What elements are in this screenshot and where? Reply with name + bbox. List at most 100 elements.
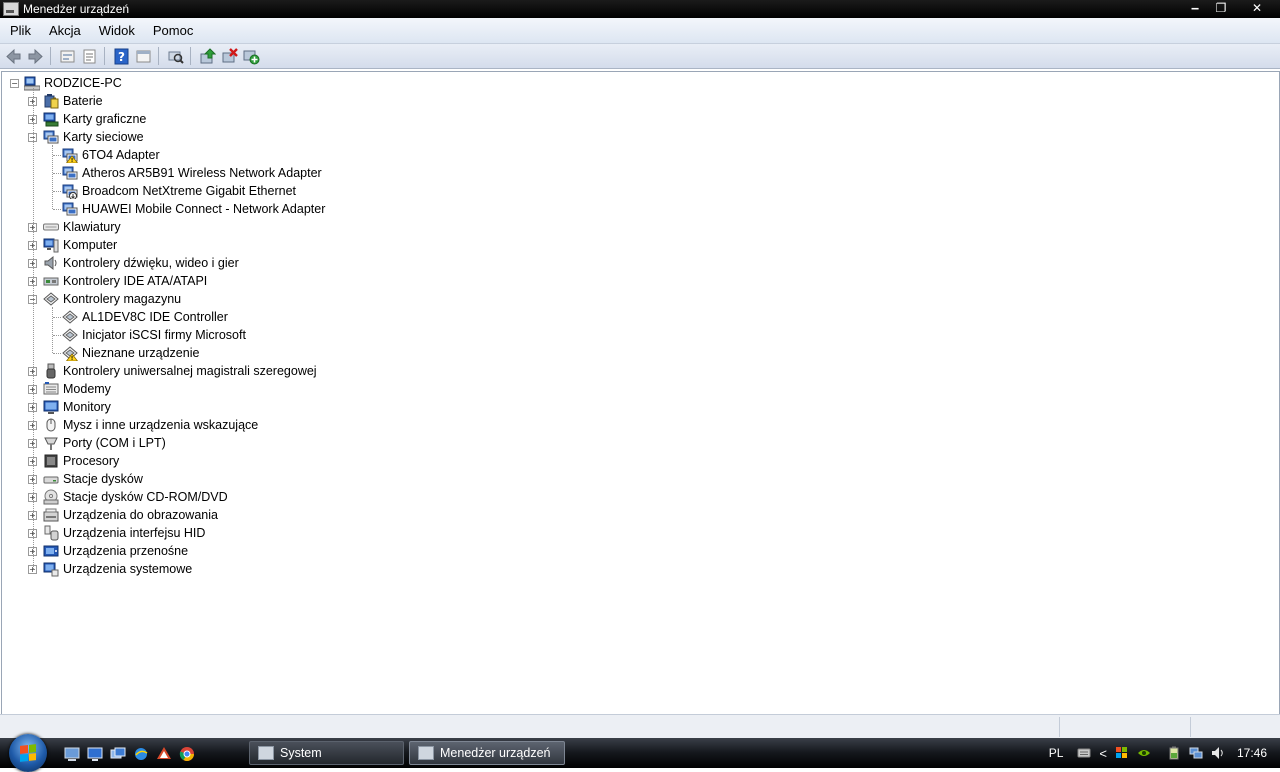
menu-akcja[interactable]: Akcja [40, 23, 90, 38]
tree-item-label: Inicjator iSCSI firmy Microsoft [82, 328, 246, 342]
svg-text:?: ? [118, 50, 125, 64]
toolbar: ? [0, 44, 1280, 69]
keyboard-icon[interactable] [1077, 746, 1091, 760]
show-desktop-icon[interactable] [64, 746, 80, 762]
help-button[interactable]: ? [113, 48, 130, 65]
tree-category-mysz-i-inne-urzadzenia-wskazujace[interactable]: + Mysz i inne urządzenia wskazujące [2, 416, 1272, 434]
taskbar-button-label: System [280, 746, 322, 760]
tree-device-6to4-adapter[interactable]: 6TO4 Adapter [2, 146, 1272, 164]
computer-root-icon [23, 75, 41, 91]
switch-windows-icon[interactable] [110, 746, 126, 762]
tree-device-al1dev8c-ide-controller[interactable]: AL1DEV8C IDE Controller [2, 308, 1272, 326]
tree-category-kontrolery-magazynu[interactable]: − Kontrolery magazynu [2, 290, 1272, 308]
tree-category-klawiatury[interactable]: + Klawiatury [2, 218, 1272, 236]
ide-controller-icon [43, 273, 59, 289]
mouse-icon [43, 417, 59, 433]
tree-category-procesory[interactable]: + Procesory [2, 452, 1272, 470]
tree-item-label: Monitory [63, 400, 111, 414]
modem-icon [43, 381, 59, 397]
volume-icon[interactable] [1211, 746, 1225, 760]
tree-category-porty-com-i-lpt[interactable]: + Porty (COM i LPT) [2, 434, 1272, 452]
scan-hardware-icon [168, 51, 184, 64]
tree-item-label: Karty sieciowe [63, 130, 144, 144]
windows-update-icon[interactable] [1115, 746, 1129, 760]
network-icon[interactable] [1189, 746, 1203, 760]
window-title: Menedżer urządzeń [23, 2, 130, 16]
system-tray: PL < 17:46 [1049, 738, 1280, 768]
hid-icon [43, 525, 59, 541]
processor-icon [43, 453, 59, 469]
tree-category-kontrolery-ide-ata-atapi[interactable]: + Kontrolery IDE ATA/ATAPI [2, 272, 1272, 290]
tray-expand-icon[interactable]: < [1099, 746, 1107, 761]
tree-item-label: Komputer [63, 238, 118, 252]
tree-category-urzadzenia-systemowe[interactable]: + Urządzenia systemowe [2, 560, 1272, 578]
computer-icon[interactable] [87, 746, 103, 762]
window-controls: ‒ ❐ ✕ [1182, 0, 1280, 17]
monitor-icon [43, 399, 59, 415]
menu-widok[interactable]: Widok [90, 23, 144, 38]
tree-category-karty-graficzne[interactable]: + Karty graficzne [2, 110, 1272, 128]
tree-item-label: Modemy [63, 382, 111, 396]
tree-device-atheros-ar5b91-wireless-network-adapter[interactable]: Atheros AR5B91 Wireless Network Adapter [2, 164, 1272, 182]
properties-button[interactable] [81, 48, 98, 65]
storage-controller-icon [62, 309, 78, 325]
menu-plik[interactable]: Plik [0, 23, 40, 38]
system-device-icon [43, 561, 59, 577]
toolbar-separator [190, 47, 191, 65]
media-icon[interactable] [156, 746, 172, 762]
enable-device-button[interactable] [243, 48, 260, 65]
scan-hardware-button[interactable] [167, 48, 184, 65]
restore-button[interactable]: ❐ [1208, 0, 1234, 17]
enable-device-icon [243, 50, 260, 64]
back-button[interactable] [5, 48, 22, 65]
network-disabled-icon [62, 183, 78, 200]
toolbar-separator [158, 47, 159, 65]
tree-item-label: Urządzenia systemowe [63, 562, 193, 576]
tree-category-monitory[interactable]: + Monitory [2, 398, 1272, 416]
tree-device-broadcom-netxtreme-gigabit-ethernet[interactable]: Broadcom NetXtreme Gigabit Ethernet [2, 182, 1272, 200]
taskbar-button-system[interactable]: System [249, 741, 404, 765]
status-bar-cell [1059, 717, 1190, 737]
tree-item-label: Stacje dysków [63, 472, 143, 486]
tree-device-huawei-mobile-connect-network-adapter[interactable]: HUAWEI Mobile Connect - Network Adapter [2, 200, 1272, 218]
forward-button[interactable] [27, 48, 44, 65]
chrome-icon[interactable] [179, 746, 195, 762]
tree-root-computer[interactable]: − RODZICE-PC [2, 74, 1272, 92]
view-button[interactable] [135, 48, 152, 65]
internet-explorer-icon[interactable] [133, 746, 149, 762]
toolbar-separator [50, 47, 51, 65]
tree-device-inicjator-iscsi-firmy-microsoft[interactable]: Inicjator iSCSI firmy Microsoft [2, 326, 1272, 344]
tree-category-stacje-dyskow[interactable]: + Stacje dysków [2, 470, 1272, 488]
tree-category-urzadzenia-przenosne[interactable]: + Urządzenia przenośne [2, 542, 1272, 560]
tree-connector [33, 88, 34, 569]
windows-logo-icon [20, 744, 36, 762]
tree-item-label: Kontrolery uniwersalnej magistrali szere… [63, 364, 317, 378]
speaker-icon [43, 255, 59, 271]
battery-icon[interactable] [1167, 746, 1181, 760]
tree-category-komputer[interactable]: + Komputer [2, 236, 1272, 254]
collapse-icon[interactable]: − [10, 79, 19, 88]
tree-category-stacje-dyskow-cd-rom-dvd[interactable]: + Stacje dysków CD-ROM/DVD [2, 488, 1272, 506]
tree-item-label: Procesory [63, 454, 120, 468]
nvidia-icon[interactable] [1137, 746, 1151, 760]
clock[interactable]: 17:46 [1237, 746, 1267, 760]
start-button[interactable] [9, 734, 47, 772]
tree-category-modemy[interactable]: + Modemy [2, 380, 1272, 398]
language-indicator[interactable]: PL [1049, 746, 1064, 760]
tree-category-kontrolery-dzwieku-wideo-i-gier[interactable]: + Kontrolery dźwięku, wideo i gier [2, 254, 1272, 272]
tree-device-nieznane-urzadzenie[interactable]: Nieznane urządzenie [2, 344, 1272, 362]
tree-category-baterie[interactable]: + Baterie [2, 92, 1272, 110]
tree-category-karty-sieciowe[interactable]: − Karty sieciowe [2, 128, 1272, 146]
taskbar-button-device-manager[interactable]: Menedżer urządzeń [409, 741, 565, 765]
up-level-button[interactable] [59, 48, 76, 65]
close-button[interactable]: ✕ [1234, 0, 1280, 17]
minimize-button[interactable]: ‒ [1182, 0, 1208, 17]
menu-pomoc[interactable]: Pomoc [144, 23, 202, 38]
update-driver-button[interactable] [199, 47, 216, 65]
tree-category-kontrolery-uniwersalnej-magistrali-szeregowej[interactable]: + Kontrolery uniwersalnej magistrali szer… [2, 362, 1272, 380]
tree-category-urzadzenia-do-obrazowania[interactable]: + Urządzenia do obrazowania [2, 506, 1272, 524]
keyboard-icon [43, 219, 59, 235]
uninstall-button[interactable] [221, 47, 238, 65]
display-adapter-icon [43, 111, 59, 127]
tree-category-urzadzenia-interfejsu-hid[interactable]: + Urządzenia interfejsu HID [2, 524, 1272, 542]
